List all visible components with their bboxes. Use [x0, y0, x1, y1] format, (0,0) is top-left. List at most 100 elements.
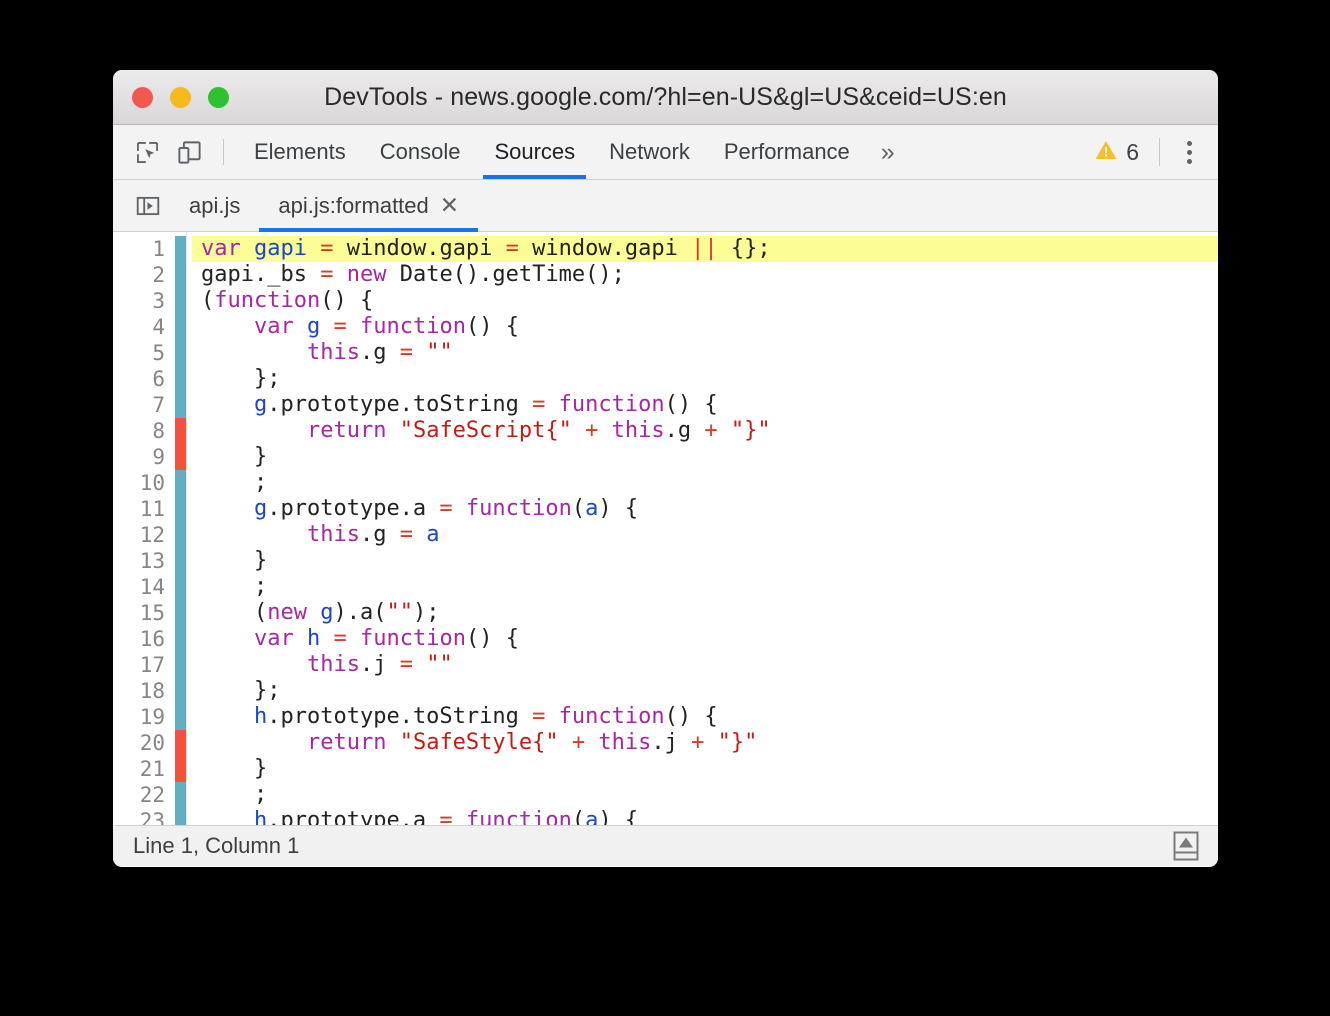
- kebab-menu-icon[interactable]: [1170, 132, 1208, 172]
- code-line[interactable]: (function() {: [192, 288, 1218, 314]
- code-token: };: [201, 366, 281, 391]
- line-number[interactable]: 21: [113, 756, 175, 782]
- source-tab-api-js-formatted-label: api.js:formatted: [278, 192, 429, 218]
- code-line[interactable]: h.prototype.a = function(a) {: [192, 808, 1218, 825]
- pretty-print-icon[interactable]: [1170, 829, 1202, 863]
- code-token: function: [214, 288, 321, 313]
- line-number[interactable]: 10: [113, 470, 175, 496]
- tab-elements[interactable]: Elements: [237, 125, 363, 179]
- code-line[interactable]: }: [192, 548, 1218, 574]
- line-number[interactable]: 18: [113, 678, 175, 704]
- code-line[interactable]: var gapi = window.gapi = window.gapi || …: [192, 236, 1218, 262]
- line-number[interactable]: 4: [113, 314, 175, 340]
- code-token: "": [386, 600, 413, 625]
- minimize-window-button[interactable]: [170, 86, 191, 108]
- code-token: ;: [201, 574, 268, 599]
- code-line[interactable]: ;: [192, 574, 1218, 600]
- coverage-marker-uncovered: [175, 418, 186, 444]
- line-number[interactable]: 6: [113, 366, 175, 392]
- line-number[interactable]: 17: [113, 652, 175, 678]
- line-number-gutter[interactable]: 1 2 3 4 5 6 7 8 9 10 11 12 13 14 15 16 17 18 19 20 21 22 23: [113, 232, 175, 825]
- device-toolbar-icon[interactable]: [168, 131, 210, 173]
- close-icon[interactable]: ✕: [440, 194, 459, 217]
- code-line[interactable]: return "SafeStyle{" + this.j + "}": [192, 730, 1218, 756]
- code-line[interactable]: this.g = "": [192, 340, 1218, 366]
- code-token: h: [253, 808, 268, 825]
- tab-console[interactable]: Console: [363, 125, 478, 179]
- code-line[interactable]: }: [192, 756, 1218, 782]
- code-line[interactable]: var g = function() {: [192, 314, 1218, 340]
- code-token: a: [585, 808, 599, 825]
- code-token: this: [598, 730, 652, 755]
- coverage-marker-uncovered: [175, 756, 186, 782]
- line-number[interactable]: 23: [113, 808, 175, 825]
- coverage-marker-covered: [175, 652, 186, 678]
- close-window-button[interactable]: [132, 86, 153, 108]
- code-token: .j: [359, 652, 400, 677]
- code-token: =: [320, 262, 334, 287]
- code-token: .prototype.toString: [267, 704, 533, 729]
- line-number[interactable]: 8: [113, 418, 175, 444]
- coverage-marker-covered: [175, 392, 186, 418]
- code-token: =: [399, 522, 413, 547]
- code-line[interactable]: g.prototype.toString = function() {: [192, 392, 1218, 418]
- line-number[interactable]: 13: [113, 548, 175, 574]
- line-number[interactable]: 1: [113, 236, 175, 262]
- code-token: =: [333, 314, 347, 339]
- coverage-marker-covered: [175, 522, 186, 548]
- coverage-marker-covered: [175, 314, 186, 340]
- code-token: window.gapi: [518, 236, 692, 261]
- line-number[interactable]: 20: [113, 730, 175, 756]
- line-number[interactable]: 5: [113, 340, 175, 366]
- code-token: ) {: [598, 808, 639, 825]
- line-number[interactable]: 9: [113, 444, 175, 470]
- code-token: "SafeStyle{": [399, 730, 559, 755]
- line-number[interactable]: 3: [113, 288, 175, 314]
- code-line[interactable]: return "SafeScript{" + this.g + "}": [192, 418, 1218, 444]
- code-line[interactable]: var h = function() {: [192, 626, 1218, 652]
- more-panels-chevron-icon[interactable]: »: [867, 125, 909, 179]
- coverage-marker-covered: [175, 574, 186, 600]
- line-number[interactable]: 11: [113, 496, 175, 522]
- line-number[interactable]: 16: [113, 626, 175, 652]
- tab-network[interactable]: Network: [592, 125, 707, 179]
- line-number[interactable]: 19: [113, 704, 175, 730]
- code-line[interactable]: h.prototype.toString = function() {: [192, 704, 1218, 730]
- code-line[interactable]: ;: [192, 782, 1218, 808]
- code-token: h: [253, 704, 268, 729]
- maximize-window-button[interactable]: [208, 86, 229, 108]
- code-line[interactable]: this.j = "": [192, 652, 1218, 678]
- show-navigator-icon[interactable]: [126, 180, 170, 231]
- code-line[interactable]: gapi._bs = new Date().getTime();: [192, 262, 1218, 288]
- line-number[interactable]: 2: [113, 262, 175, 288]
- source-tab-api-js[interactable]: api.js: [170, 180, 259, 231]
- line-number[interactable]: 7: [113, 392, 175, 418]
- code-token: gapi: [254, 236, 307, 261]
- tab-sources[interactable]: Sources: [477, 125, 592, 179]
- source-tab-api-js-formatted[interactable]: api.js:formatted ✕: [259, 180, 478, 232]
- code-line[interactable]: ;: [192, 470, 1218, 496]
- code-token: .prototype.a: [267, 496, 440, 521]
- source-code-editor[interactable]: 1 2 3 4 5 6 7 8 9 10 11 12 13 14 15 16 17 18 19 20 21 22 23 va…: [113, 232, 1218, 825]
- tab-performance[interactable]: Performance: [707, 125, 867, 179]
- code-line[interactable]: };: [192, 678, 1218, 704]
- line-number[interactable]: 14: [113, 574, 175, 600]
- code-line[interactable]: g.prototype.a = function(a) {: [192, 496, 1218, 522]
- warning-badge[interactable]: 6: [1084, 138, 1149, 167]
- line-number[interactable]: 15: [113, 600, 175, 626]
- code-content[interactable]: var gapi = window.gapi = window.gapi || …: [192, 232, 1218, 825]
- line-number[interactable]: 22: [113, 782, 175, 808]
- code-token: =: [439, 808, 453, 825]
- code-line[interactable]: }: [192, 444, 1218, 470]
- inspect-cursor-icon[interactable]: [126, 131, 168, 173]
- code-line[interactable]: };: [192, 366, 1218, 392]
- code-line[interactable]: (new g).a("");: [192, 600, 1218, 626]
- line-number[interactable]: 12: [113, 522, 175, 548]
- code-line[interactable]: this.g = a: [192, 522, 1218, 548]
